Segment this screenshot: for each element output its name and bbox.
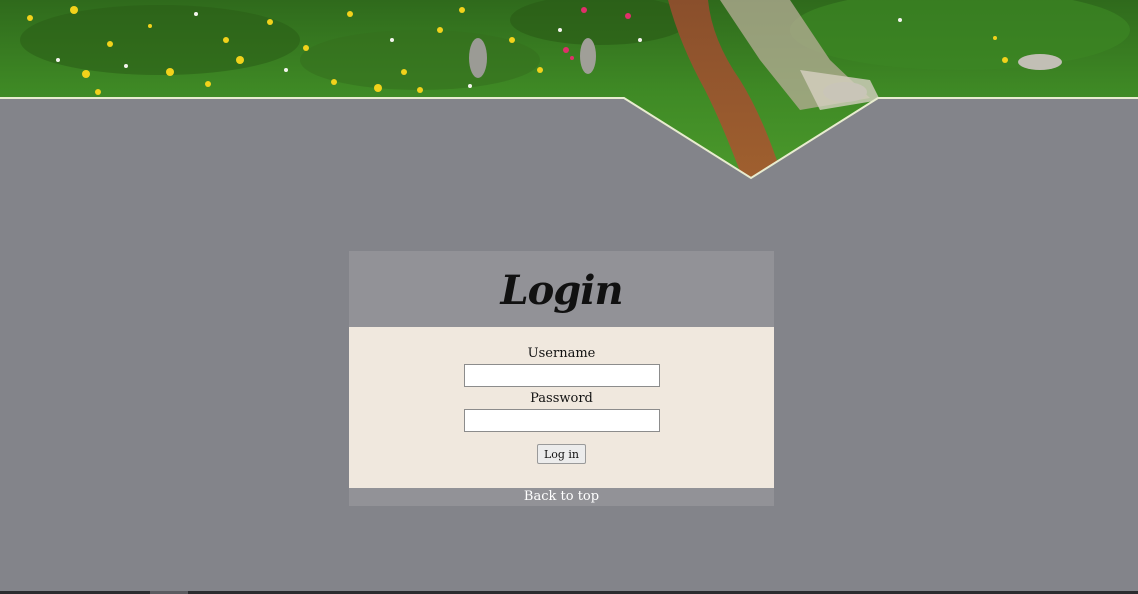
password-label: Password xyxy=(530,391,593,406)
username-label: Username xyxy=(527,346,596,361)
password-input[interactable] xyxy=(463,409,660,432)
username-input[interactable] xyxy=(463,364,660,387)
login-header: Login xyxy=(349,251,774,327)
back-to-top-link[interactable]: Back to top xyxy=(524,488,599,506)
login-form: Username Password Log in xyxy=(349,327,774,488)
hero-banner xyxy=(0,0,1138,185)
login-button[interactable]: Log in xyxy=(536,444,587,464)
meadow-image xyxy=(0,0,1138,180)
login-title: Login xyxy=(500,266,623,314)
login-panel: Login Username Password Log in Back to t… xyxy=(349,251,774,506)
login-footer: Back to top xyxy=(349,488,774,506)
